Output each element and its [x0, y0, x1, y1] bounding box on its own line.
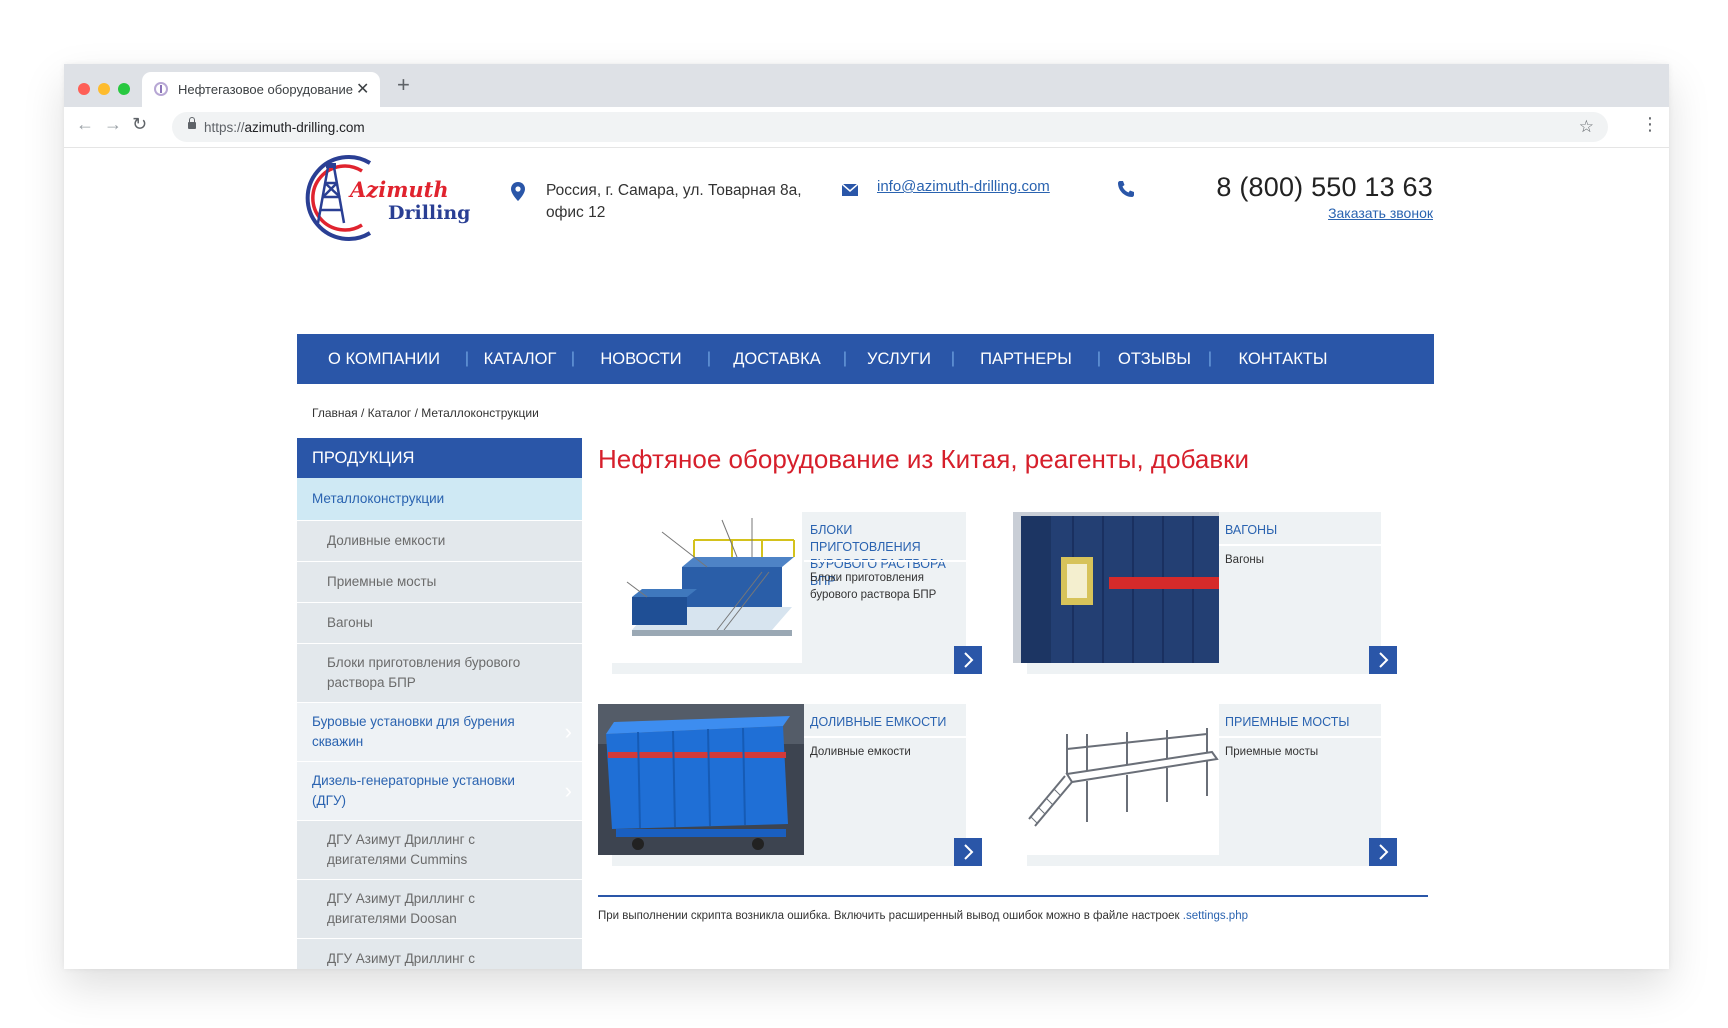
product-open-button[interactable]	[954, 838, 982, 866]
page-title: Нефтяное оборудование из Китая, реагенты…	[598, 444, 1250, 474]
phone-number[interactable]: 8 (800) 550 13 63	[1216, 172, 1433, 203]
chevron-right-icon	[1379, 652, 1389, 668]
product-image[interactable]	[1027, 704, 1219, 855]
nav-separator: |	[706, 350, 712, 367]
product-title[interactable]: Доливные емкости	[810, 714, 966, 731]
back-arrow-icon[interactable]: ←	[76, 114, 94, 135]
nav-separator: |	[570, 350, 576, 367]
product-description: Доливные емкости	[810, 746, 911, 758]
nav-item[interactable]: КАТАЛОГ	[475, 350, 565, 369]
sidebar-item[interactable]: Приемные мосты	[297, 562, 582, 603]
browser-menu-icon[interactable]: ⋮	[1641, 115, 1659, 133]
sidebar-item[interactable]: Доливные емкости	[297, 521, 582, 562]
sidebar-heading: ПРОДУКЦИЯ	[297, 438, 582, 478]
sidebar-item-label: Приемные мосты	[327, 574, 437, 589]
email-link[interactable]: info@azimuth-drilling.com	[877, 178, 1050, 195]
product-card[interactable]: Вагоны Вагоны	[1013, 512, 1397, 674]
nav-separator: |	[842, 350, 848, 367]
sidebar-item-label: Доливные емкости	[327, 533, 446, 548]
product-open-button[interactable]	[1369, 646, 1397, 674]
nav-item[interactable]: ПАРТНЕРЫ	[961, 350, 1091, 369]
favicon-icon	[154, 82, 168, 96]
callback-link[interactable]: Заказать звонок	[1328, 205, 1433, 221]
azimuth-drilling-logo[interactable]: Azimuth Drilling	[290, 153, 476, 243]
product-title[interactable]: Приемные мосты	[1225, 714, 1381, 731]
browser-tab[interactable]: Нефтегазовое оборудование ✕	[142, 72, 380, 107]
chevron-right-icon: ›	[564, 719, 572, 744]
phone-icon	[1118, 181, 1134, 197]
product-description: Приемные мосты	[1225, 746, 1319, 758]
bookmark-star-icon[interactable]: ☆	[1579, 117, 1594, 137]
nav-item[interactable]: О КОМПАНИИ	[309, 350, 459, 369]
product-image[interactable]	[612, 512, 802, 663]
tab-close-icon[interactable]: ✕	[356, 79, 369, 99]
product-sidebar: ПРОДУКЦИЯ Металлоконструкции Доливные емк…	[297, 438, 582, 969]
product-open-button[interactable]	[954, 646, 982, 674]
settings-file-link[interactable]: .settings.php	[1183, 910, 1248, 922]
envelope-icon	[842, 184, 858, 196]
nav-item[interactable]: КОНТАКТЫ	[1218, 350, 1348, 369]
product-card[interactable]: Приемные мосты Приемные мосты	[1013, 704, 1397, 866]
sidebar-item-label: Металлоконструкции	[312, 491, 445, 506]
maximize-window-button[interactable]	[118, 83, 130, 95]
sidebar-item-label: ДГУ Азимут Дриллинг с двигателями Cummin…	[327, 832, 475, 867]
product-title[interactable]: Вагоны	[1225, 522, 1381, 539]
company-address: Россия, г. Самара, ул. Товарная 8а, офис…	[546, 182, 802, 221]
sidebar-item[interactable]: Блоки приготовления бурового раствора БП…	[297, 644, 582, 703]
nav-item[interactable]: НОВОСТИ	[581, 350, 701, 369]
nav-item[interactable]: ОТЗЫВЫ	[1107, 350, 1202, 369]
sidebar-item-label: Дизель-генераторные установки (ДГУ)	[312, 773, 515, 808]
nav-separator: |	[464, 350, 470, 367]
main-navigation: О КОМПАНИИ | КАТАЛОГ | НОВОСТИ | ДОСТАВКА | УСЛУ…	[297, 334, 1434, 384]
product-description: Блоки приготовления бурового раствора БП…	[810, 572, 937, 601]
web-page: Azimuth Drilling Россия, г. Самара, ул. …	[64, 148, 1669, 969]
tab-title: Нефтегазовое оборудование	[178, 82, 354, 97]
sidebar-item[interactable]: Металлоконструкции	[297, 478, 582, 521]
chevron-right-icon	[964, 652, 974, 668]
sidebar-item[interactable]: Дизель-генераторные установки (ДГУ) ›	[297, 762, 582, 821]
nav-separator: |	[950, 350, 956, 367]
chevron-right-icon	[1379, 844, 1389, 860]
product-image[interactable]	[1013, 512, 1219, 663]
nav-item[interactable]: УСЛУГИ	[853, 350, 945, 369]
minimize-window-button[interactable]	[98, 83, 110, 95]
svg-text:Drilling: Drilling	[388, 202, 470, 224]
url-text[interactable]: https://azimuth-drilling.com	[204, 120, 365, 135]
map-pin-icon	[511, 182, 525, 201]
address-bar[interactable]: https://azimuth-drilling.com ☆	[172, 112, 1608, 142]
forward-arrow-icon[interactable]: →	[104, 114, 122, 135]
product-description: Вагоны	[1225, 554, 1265, 566]
product-card[interactable]: Доливные емкости Доливные емкости	[598, 704, 982, 866]
svg-text:Azimuth: Azimuth	[348, 177, 449, 202]
sidebar-item-label: Буровые установки для бурения скважин	[312, 714, 515, 749]
chevron-right-icon	[964, 844, 974, 860]
nav-separator: |	[1096, 350, 1102, 367]
chevron-right-icon: ›	[564, 778, 572, 803]
product-image[interactable]	[598, 704, 804, 855]
close-window-button[interactable]	[78, 83, 90, 95]
browser-window: Нефтегазовое оборудование ✕ + ← → ↻ http…	[64, 64, 1669, 969]
new-tab-icon[interactable]: +	[397, 74, 410, 96]
reload-icon[interactable]: ↻	[132, 114, 147, 135]
sidebar-item[interactable]: ДГУ Азимут Дриллинг с двигателями Cummin…	[297, 821, 582, 880]
sidebar-item-label: Блоки приготовления бурового раствора БП…	[327, 655, 521, 690]
browser-toolbar: ← → ↻ https://azimuth-drilling.com ☆ ⋮	[64, 107, 1669, 148]
sidebar-item-label: ДГУ Азимут Дриллинг с	[327, 951, 475, 966]
sidebar-item[interactable]: Буровые установки для бурения скважин ›	[297, 703, 582, 762]
nav-item[interactable]: ДОСТАВКА	[717, 350, 837, 369]
sidebar-item[interactable]: ДГУ Азимут Дриллинг с двигателями Doosan	[297, 880, 582, 939]
sidebar-item-label: Вагоны	[327, 615, 373, 630]
nav-separator: |	[1207, 350, 1213, 367]
product-card[interactable]: Блоки приготовления бурового раствора БП…	[598, 512, 982, 674]
content-divider	[598, 895, 1428, 897]
tab-strip: Нефтегазовое оборудование ✕ +	[64, 64, 1669, 107]
sidebar-item[interactable]: Вагоны	[297, 603, 582, 644]
product-open-button[interactable]	[1369, 838, 1397, 866]
breadcrumb[interactable]: Главная / Каталог / Металлоконструкции	[312, 406, 539, 420]
lock-icon	[188, 117, 196, 129]
sidebar-item-label: ДГУ Азимут Дриллинг с двигателями Doosan	[327, 891, 475, 926]
sidebar-item[interactable]: ДГУ Азимут Дриллинг с	[297, 939, 582, 969]
script-error-message: При выполнении скрипта возникла ошибка. …	[598, 910, 1248, 922]
